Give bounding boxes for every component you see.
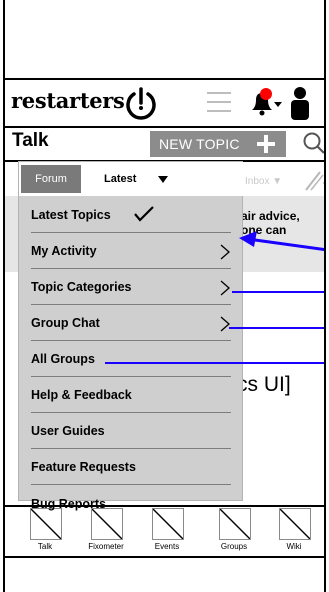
menu-item-label: My Activity [31,244,97,258]
placeholder-icon [279,508,311,540]
chevron-right-icon [220,244,230,260]
latest-dropdown-menu: Forum Latest Latest Topics My Activity T… [18,161,244,511]
page-title: Talk [12,130,49,151]
menu-item-label: User Guides [31,424,105,438]
new-topic-button[interactable]: NEW TOPIC [150,131,286,157]
menu-item-label: All Groups [31,352,95,366]
menu-item-bug-reports[interactable]: Bug Reports [31,486,231,521]
chevron-right-icon [220,316,230,332]
phone-frame: restarters Talk NEW TOPIC Inbox ▼ air ad… [3,0,326,592]
plus-icon [257,135,275,153]
menu-item-help-feedback[interactable]: Help & Feedback [31,378,231,413]
placeholder-label: cs UI] [237,373,291,396]
tab-forum-label: Forum [35,173,67,185]
edit-pencil-icon[interactable] [303,168,326,192]
tab-latest-label: Latest [104,173,137,185]
menu-item-latest-topics[interactable]: Latest Topics [31,198,231,233]
menu-item-label: Topic Categories [31,280,132,294]
menu-item-group-chat[interactable]: Group Chat [31,306,231,341]
menu-item-feature-requests[interactable]: Feature Requests [31,450,231,485]
nav-wiki-label: Wiki [286,542,302,551]
hamburger-menu-icon[interactable] [207,92,231,114]
header-divider-top [5,78,324,80]
inbox-dropdown[interactable]: Inbox ▼ [245,176,282,187]
header-divider-bottom [5,126,324,128]
topic-preview-line-2: one can [241,223,287,237]
nav-talk-label: Talk [37,542,53,551]
topic-preview-text[interactable]: air advice, one can [241,209,300,237]
menu-item-label: Latest Topics [31,208,111,222]
nav-events-label: Events [154,542,180,551]
menu-item-user-guides[interactable]: User Guides [31,414,231,449]
menu-item-label: Bug Reports [31,496,106,511]
dropdown-tab-row: Forum Latest [19,162,244,196]
menu-item-label: Group Chat [31,316,100,330]
dropdown-triangle-icon [158,176,168,183]
menu-item-label: Help & Feedback [31,388,132,402]
chevron-right-icon [220,280,230,296]
power-logo-icon[interactable] [123,86,159,120]
nav-fixometer-label: Fixometer [88,542,124,551]
menu-item-label: Feature Requests [31,460,136,474]
tab-latest[interactable]: Latest [93,165,168,193]
checkmark-icon [134,206,154,222]
menu-item-my-activity[interactable]: My Activity [31,234,231,269]
user-avatar-icon[interactable] [289,86,311,120]
app-logo-text[interactable]: restarters [11,88,125,113]
topic-preview-line-1: air advice, [241,209,300,223]
search-icon[interactable] [302,131,326,155]
notification-bell-icon[interactable] [248,88,284,118]
tab-forum[interactable]: Forum [21,165,81,193]
menu-item-all-groups[interactable]: All Groups [31,342,231,377]
notification-dot [260,88,272,100]
nav-wiki[interactable]: Wiki [270,508,318,554]
menu-item-topic-categories[interactable]: Topic Categories [31,270,231,305]
new-topic-label: NEW TOPIC [159,136,240,152]
bottom-nav-divider-bottom [5,556,324,558]
nav-groups-label: Groups [220,542,248,551]
